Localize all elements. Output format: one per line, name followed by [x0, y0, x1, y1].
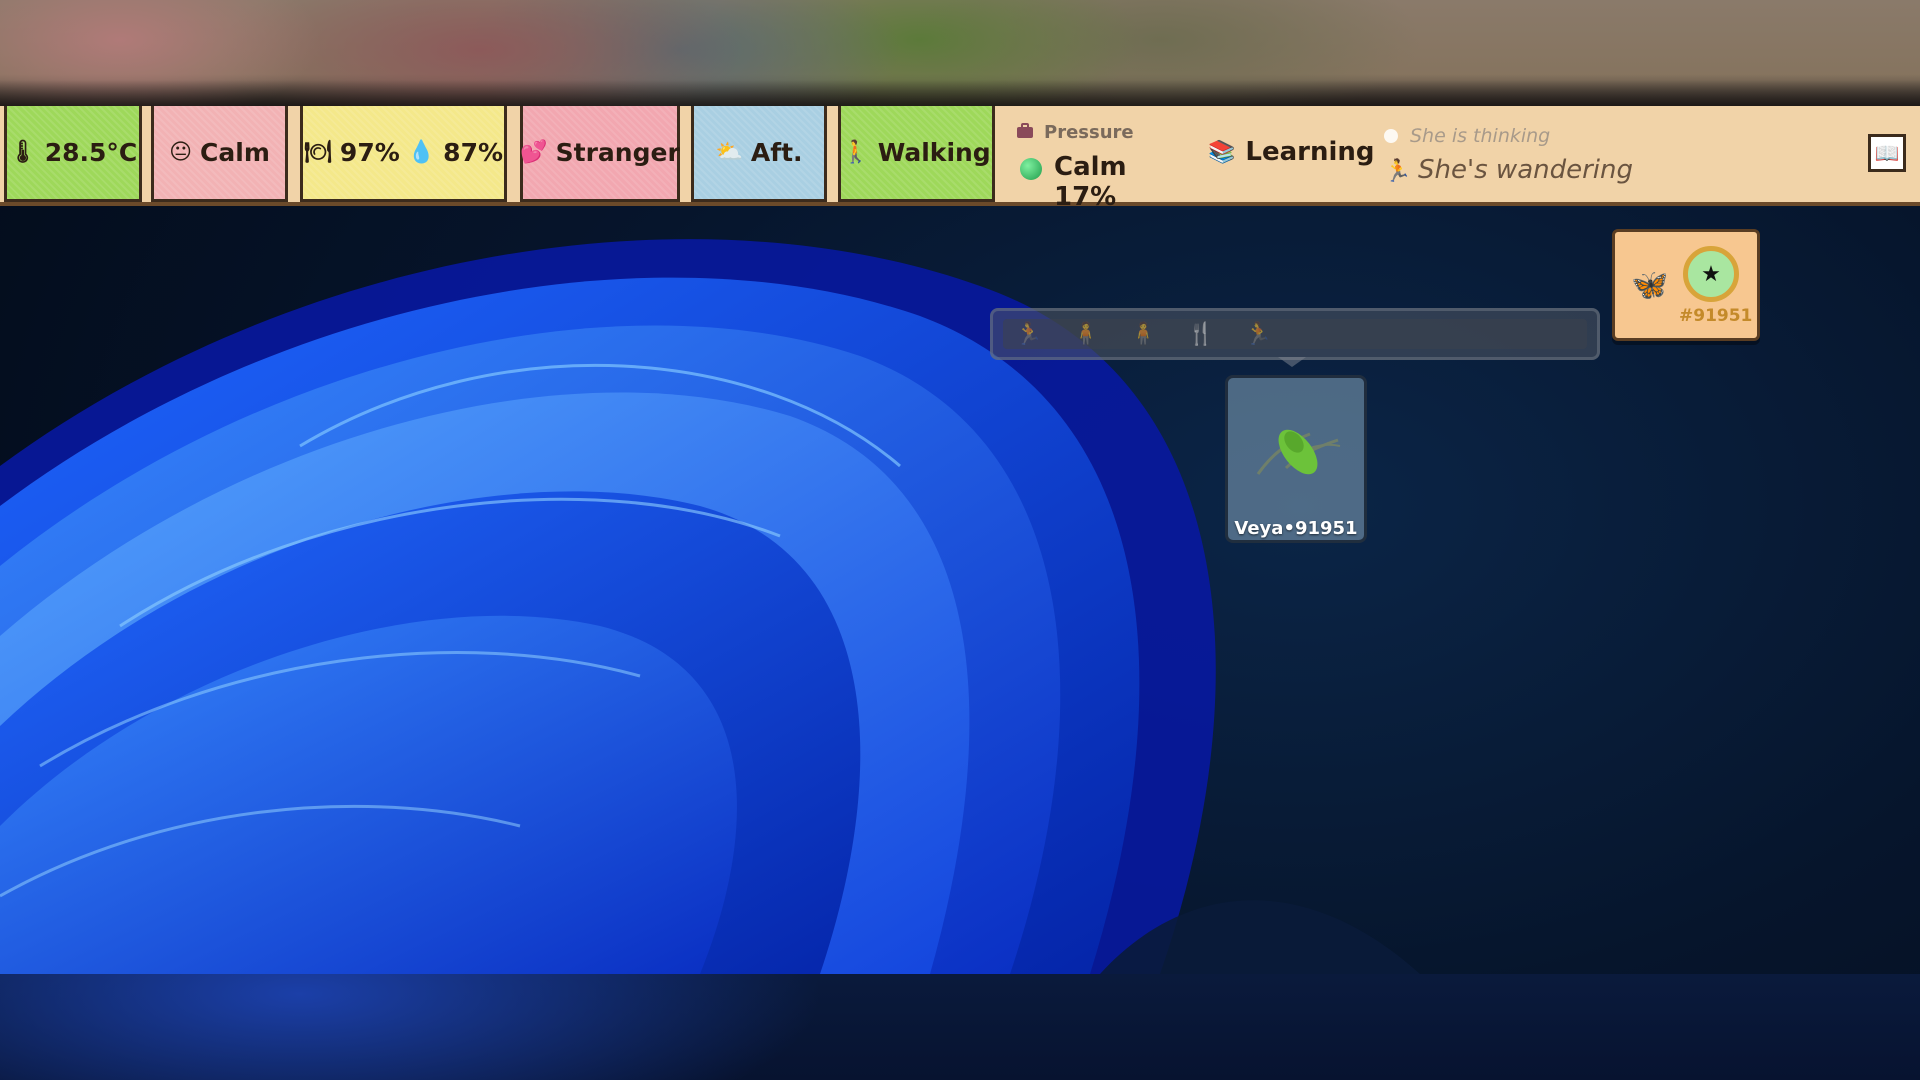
action-bar[interactable]: 🏃 🧍 🧍 🍴 🏃 — [990, 308, 1600, 367]
run-action-icon[interactable]: 🏃 — [1245, 322, 1272, 347]
sun-cloud-icon: ⛅ — [715, 139, 743, 165]
thinking-text: She is thinking — [1410, 125, 1551, 147]
thirst-value: 87% — [443, 138, 504, 167]
wandering-text: She's wandering — [1418, 155, 1634, 185]
walking-icon: 🚶 — [842, 139, 870, 165]
pressure-status-dot — [1020, 158, 1042, 180]
mood-value: Calm — [200, 138, 270, 167]
activity-tile[interactable]: 🚶 Walking — [838, 106, 995, 202]
stand-action-icon[interactable]: 🧍 — [1130, 322, 1157, 347]
pressure-value: Calm 17% — [1054, 152, 1127, 212]
running-icon: 🏃 — [1384, 159, 1412, 184]
relationship-value: Stranger — [555, 138, 680, 167]
action-bar-track: 🏃 🧍 🧍 🍴 🏃 — [1003, 319, 1587, 349]
plate-icon: 🍽 — [303, 139, 332, 165]
star-icon: ★ — [1683, 246, 1739, 302]
pet-name: Veya•91951 — [1234, 518, 1358, 539]
time-of-day-tile[interactable]: ⛅ Aft. — [691, 106, 827, 202]
background-blur-top — [0, 0, 1920, 106]
pressure-indicator[interactable]: Pressure Calm 17% — [1016, 122, 1186, 212]
water-drop-icon: 💧 — [407, 139, 436, 165]
thought-bubble-icon — [1384, 129, 1398, 143]
thermometer-icon: 🌡 — [8, 139, 37, 165]
walk-action-icon[interactable]: 🏃 — [1015, 322, 1042, 347]
pet-id: #91951 — [1679, 306, 1753, 326]
mood-tile[interactable]: 😐 Calm — [151, 106, 288, 202]
skill-value: Learning — [1245, 137, 1375, 167]
book-icon: 📖 — [1874, 141, 1900, 165]
butterfly-icon: 🦋 — [1631, 268, 1669, 303]
pet-card[interactable]: Veya•91951 — [1225, 375, 1367, 543]
pet-sprite — [1256, 429, 1341, 475]
books-icon: 📚 — [1208, 139, 1236, 165]
background-blur-bottom — [0, 974, 1920, 1080]
hunger-value: 97% — [339, 138, 400, 167]
pressure-label: Pressure — [1044, 122, 1134, 143]
temperature-value: 28.5°C — [44, 138, 138, 167]
temperature-tile[interactable]: 🌡 28.5°C — [4, 106, 142, 202]
heart-icon: 💕 — [520, 139, 548, 165]
relationship-tile[interactable]: 💕 Stranger — [520, 106, 680, 202]
time-of-day-value: Aft. — [750, 138, 803, 167]
face-icon: 😐 — [169, 139, 193, 165]
activity-value: Walking — [877, 138, 991, 167]
journal-button[interactable]: 📖 — [1868, 134, 1906, 172]
action-bar-pointer — [1278, 357, 1306, 367]
rest-action-icon[interactable]: 🧍 — [1072, 322, 1099, 347]
pet-badge[interactable]: 🦋 ★ #91951 — [1612, 229, 1760, 341]
skill-indicator[interactable]: 📚 Learning — [1208, 137, 1375, 167]
briefcase-icon — [1017, 123, 1033, 138]
thought-status: She is thinking 🏃 She's wandering — [1380, 125, 1680, 195]
needs-tile[interactable]: 🍽 97% 💧 87% — [300, 106, 507, 202]
fork-knife-icon[interactable]: 🍴 — [1187, 322, 1214, 347]
